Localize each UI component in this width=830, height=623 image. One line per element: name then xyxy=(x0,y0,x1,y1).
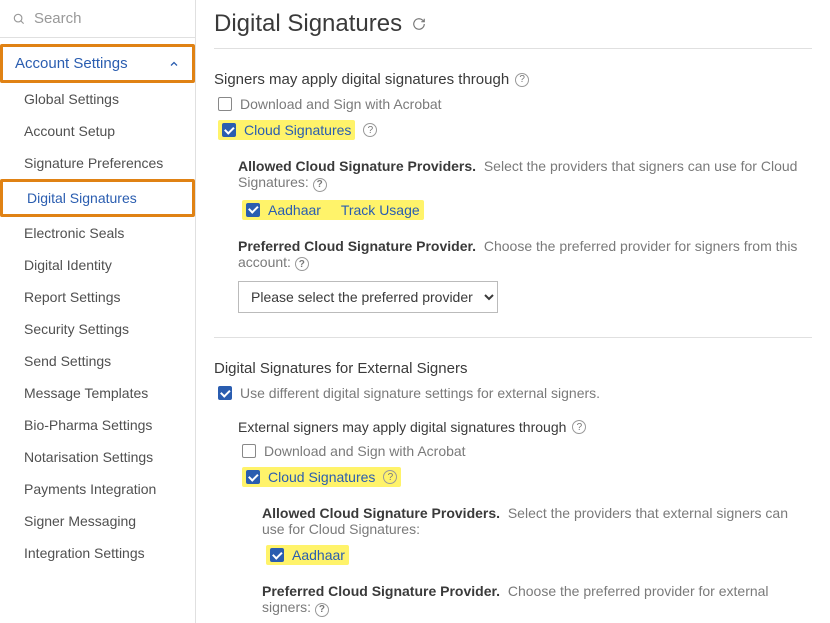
help-icon[interactable]: ? xyxy=(313,178,327,192)
section-external-signers: Digital Signatures for External Signers … xyxy=(214,360,812,623)
sidebar-item-report-settings[interactable]: Report Settings xyxy=(0,281,195,313)
refresh-icon[interactable] xyxy=(412,17,426,31)
label-cloud-signatures: Cloud Signatures xyxy=(244,122,351,138)
checkbox-download-acrobat[interactable] xyxy=(218,97,232,111)
label-use-different-external: Use different digital signature settings… xyxy=(240,385,600,401)
help-icon[interactable]: ? xyxy=(363,123,377,137)
help-icon[interactable]: ? xyxy=(572,420,586,434)
ext-preferred-heading: Preferred Cloud Signature Provider. xyxy=(262,583,500,599)
checkbox-ext-download-acrobat[interactable] xyxy=(242,444,256,458)
nav-section-label: Account Settings xyxy=(15,55,128,72)
label-download-acrobat: Download and Sign with Acrobat xyxy=(240,96,442,112)
sidebar-item-notarisation-settings[interactable]: Notarisation Settings xyxy=(0,441,195,473)
chevron-up-icon xyxy=(168,58,180,70)
sidebar-item-signature-preferences[interactable]: Signature Preferences xyxy=(0,147,195,179)
link-track-usage[interactable]: Track Usage xyxy=(341,202,420,218)
checkbox-cloud-signatures[interactable] xyxy=(222,123,236,137)
checkbox-ext-cloud-signatures[interactable] xyxy=(246,470,260,484)
label-ext-aadhaar: Aadhaar xyxy=(292,547,345,563)
sidebar-item-account-setup[interactable]: Account Setup xyxy=(0,115,195,147)
search-input[interactable] xyxy=(34,10,183,27)
preferred-provider-heading: Preferred Cloud Signature Provider. xyxy=(238,238,476,254)
sidebar-item-send-settings[interactable]: Send Settings xyxy=(0,345,195,377)
sidebar-item-electronic-seals[interactable]: Electronic Seals xyxy=(0,217,195,249)
section-external-title: Digital Signatures for External Signers xyxy=(214,360,467,377)
search-icon xyxy=(12,11,26,27)
label-aadhaar: Aadhaar xyxy=(268,202,321,218)
search-container xyxy=(0,0,195,38)
section-signers-title: Signers may apply digital signatures thr… xyxy=(214,71,509,88)
sidebar-item-message-templates[interactable]: Message Templates xyxy=(0,377,195,409)
help-icon[interactable]: ? xyxy=(515,73,529,87)
checkbox-use-different-external[interactable] xyxy=(218,386,232,400)
checkbox-aadhaar[interactable] xyxy=(246,203,260,217)
ext-allowed-heading: Allowed Cloud Signature Providers. xyxy=(262,505,500,521)
sidebar-item-bio-pharma-settings[interactable]: Bio-Pharma Settings xyxy=(0,409,195,441)
sidebar-item-digital-signatures[interactable]: Digital Signatures xyxy=(0,179,195,217)
sidebar-item-signer-messaging[interactable]: Signer Messaging xyxy=(0,505,195,537)
external-sub-title: External signers may apply digital signa… xyxy=(238,419,566,435)
select-preferred-provider[interactable]: Please select the preferred provider xyxy=(238,281,498,313)
sidebar-item-integration-settings[interactable]: Integration Settings xyxy=(0,537,195,569)
label-ext-download-acrobat: Download and Sign with Acrobat xyxy=(264,443,466,459)
checkbox-ext-aadhaar[interactable] xyxy=(270,548,284,562)
sidebar-item-digital-identity[interactable]: Digital Identity xyxy=(0,249,195,281)
help-icon[interactable]: ? xyxy=(315,603,329,617)
page-title: Digital Signatures xyxy=(214,10,402,38)
sidebar-item-security-settings[interactable]: Security Settings xyxy=(0,313,195,345)
sidebar-item-payments-integration[interactable]: Payments Integration xyxy=(0,473,195,505)
label-ext-cloud-signatures: Cloud Signatures xyxy=(268,469,375,485)
help-icon[interactable]: ? xyxy=(295,257,309,271)
nav-section-account-settings[interactable]: Account Settings xyxy=(0,44,195,83)
allowed-providers-heading: Allowed Cloud Signature Providers. xyxy=(238,158,476,174)
section-signers: Signers may apply digital signatures thr… xyxy=(214,71,812,313)
sidebar-item-global-settings[interactable]: Global Settings xyxy=(0,83,195,115)
help-icon[interactable]: ? xyxy=(383,470,397,484)
